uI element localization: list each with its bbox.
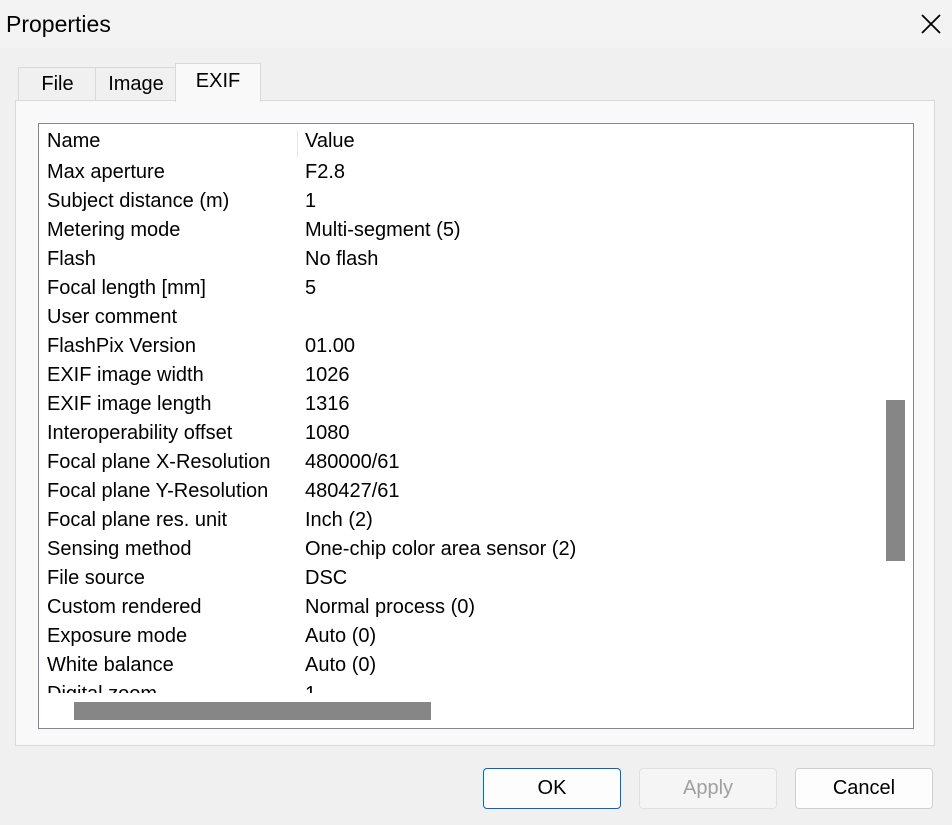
apply-button[interactable]: Apply — [639, 768, 777, 809]
list-item[interactable]: White balance Auto (0) — [39, 651, 879, 680]
exif-field-name: Metering mode — [47, 219, 181, 241]
vertical-scroll-thumb[interactable] — [886, 400, 905, 561]
list-item[interactable]: FlashPix Version 01.00 — [39, 332, 879, 361]
tab-image[interactable]: Image — [95, 67, 177, 101]
cancel-button[interactable]: Cancel — [795, 768, 933, 809]
list-item[interactable]: Focal plane Y-Resolution 480427/61 — [39, 477, 879, 506]
exif-field-value: One-chip color area sensor (2) — [305, 538, 577, 560]
exif-field-name: Flash — [47, 248, 96, 270]
exif-field-value: 480000/61 — [305, 451, 400, 473]
exif-field-name: Subject distance (m) — [47, 190, 230, 212]
window-title: Properties — [6, 11, 111, 37]
exif-field-value: 1080 — [305, 422, 350, 444]
ok-button[interactable]: OK — [483, 768, 621, 809]
exif-field-value: Inch (2) — [305, 509, 373, 531]
exif-list[interactable]: Name Value Max aperture F2.8 Subject dista… — [38, 123, 914, 729]
exif-field-value: F2.8 — [305, 161, 346, 183]
exif-field-name: Custom rendered — [47, 596, 202, 618]
list-item[interactable]: Sensing method One-chip color area sensor… — [39, 535, 879, 564]
exif-field-value: Auto (0) — [305, 625, 377, 647]
list-content: Name Value Max aperture F2.8 Subject dista… — [39, 124, 879, 693]
column-header-name[interactable]: Name — [47, 127, 100, 156]
exif-field-name: FlashPix Version — [47, 335, 196, 357]
list-item[interactable]: Focal plane X-Resolution 480000/61 — [39, 448, 879, 477]
list-item[interactable]: EXIF image length 1316 — [39, 390, 879, 419]
exif-field-value: 1316 — [305, 393, 350, 415]
list-header: Name Value — [39, 127, 879, 159]
exif-field-value: 1 — [305, 680, 316, 693]
tab-file[interactable]: File — [18, 67, 97, 101]
exif-field-name: Sensing method — [47, 538, 192, 560]
exif-field-value: DSC — [305, 567, 348, 589]
exif-field-value: 1026 — [305, 364, 350, 386]
list-rows: Max aperture F2.8 Subject distance (m) 1 Met… — [39, 158, 879, 693]
exif-field-value: 480427/61 — [305, 480, 400, 502]
exif-field-value: 1 — [305, 190, 317, 212]
exif-field-name: EXIF image length — [47, 393, 212, 415]
exif-field-name: Interoperability offset — [47, 422, 233, 444]
exif-field-name: Focal length [mm] — [47, 277, 206, 299]
column-divider[interactable] — [297, 131, 298, 157]
close-button[interactable] — [906, 0, 952, 48]
exif-field-value: 01.00 — [305, 335, 356, 357]
exif-field-name: Exposure mode — [47, 625, 188, 647]
exif-field-value: Normal process (0) — [305, 596, 476, 618]
exif-field-name: White balance — [47, 654, 174, 676]
tab-exif[interactable]: EXIF — [175, 63, 261, 102]
exif-field-name: EXIF image width — [47, 364, 204, 386]
list-item[interactable]: Exposure mode Auto (0) — [39, 622, 879, 651]
tab-strip: File Image EXIF — [18, 63, 918, 102]
list-item[interactable]: Custom rendered Normal process (0) — [39, 593, 879, 622]
exif-field-value: Auto (0) — [305, 654, 377, 676]
list-item[interactable]: File source DSC — [39, 564, 879, 593]
list-item[interactable]: Digital zoom 1 — [39, 680, 879, 693]
horizontal-scroll-thumb[interactable] — [74, 702, 431, 720]
exif-field-name: Max aperture — [47, 161, 165, 183]
list-item[interactable]: EXIF image width 1026 — [39, 361, 879, 390]
exif-field-name: Focal plane Y-Resolution — [47, 480, 269, 502]
list-item[interactable]: Interoperability offset 1080 — [39, 419, 879, 448]
exif-field-name: Digital zoom — [47, 680, 157, 693]
close-icon — [921, 14, 941, 34]
title-bar: Properties — [0, 0, 952, 48]
exif-field-name: User comment — [47, 306, 178, 328]
list-item[interactable]: User comment — [39, 303, 879, 332]
exif-field-name: Focal plane X-Resolution — [47, 451, 271, 473]
exif-field-name: Focal plane res. unit — [47, 509, 228, 531]
column-header-value[interactable]: Value — [305, 127, 355, 156]
list-item[interactable]: Flash No flash — [39, 245, 879, 274]
list-item[interactable]: Subject distance (m) 1 — [39, 187, 879, 216]
exif-field-value: Multi-segment (5) — [305, 219, 461, 241]
exif-field-value: No flash — [305, 248, 379, 270]
exif-field-value: 5 — [305, 277, 317, 299]
list-item[interactable]: Focal plane res. unit Inch (2) — [39, 506, 879, 535]
exif-field-name: File source — [47, 567, 145, 589]
list-item[interactable]: Metering mode Multi-segment (5) — [39, 216, 879, 245]
list-item[interactable]: Focal length [mm] 5 — [39, 274, 879, 303]
list-item[interactable]: Max aperture F2.8 — [39, 158, 879, 187]
